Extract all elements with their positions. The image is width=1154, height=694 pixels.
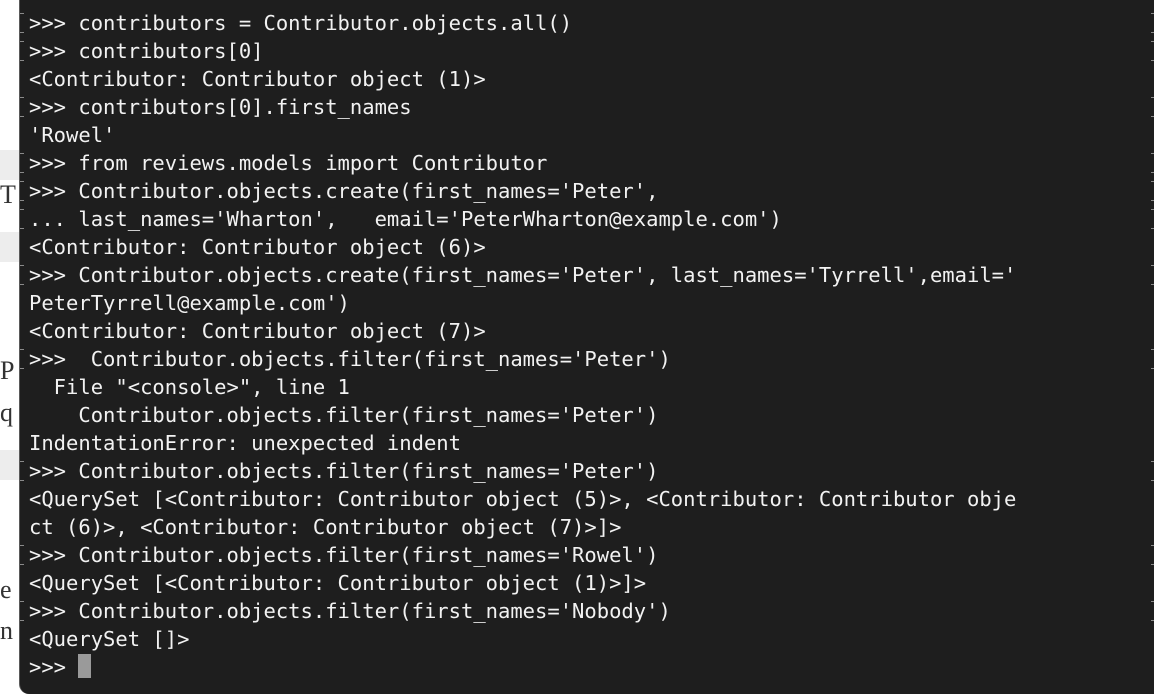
line-mark-left bbox=[20, 41, 24, 61]
line-mark-left bbox=[20, 209, 24, 229]
terminal-command-line: >>> Contributor.objects.filter(first_nam… bbox=[20, 597, 1154, 625]
terminal-command-line: >>> Contributor.objects.filter(first_nam… bbox=[20, 345, 1154, 373]
background-letter: T bbox=[0, 180, 16, 209]
terminal-command-line: >>> Contributor.objects.create(first_nam… bbox=[20, 261, 1154, 289]
terminal-line-text: <Contributor: Contributor object (7)> bbox=[29, 319, 486, 343]
terminal-command-line: >>> from reviews.models import Contribut… bbox=[20, 149, 1154, 177]
background-letter: P bbox=[0, 356, 15, 385]
terminal-line-text: >>> from reviews.models import Contribut… bbox=[29, 151, 548, 175]
terminal-window[interactable]: >>> contributors = Contributor.objects.a… bbox=[19, 0, 1154, 694]
terminal-output-line: Contributor.objects.filter(first_names='… bbox=[29, 401, 1016, 429]
line-mark-left bbox=[20, 265, 24, 285]
line-mark-left bbox=[20, 601, 24, 621]
terminal-command-line: >>> contributors[0].first_names bbox=[20, 93, 1154, 121]
terminal-command-line: >>> contributors = Contributor.objects.a… bbox=[20, 9, 1154, 37]
terminal-line-text: 'Rowel' bbox=[29, 123, 116, 147]
terminal-line-text: >>> Contributor.objects.filter(first_nam… bbox=[29, 459, 659, 483]
terminal-line-text: <Contributor: Contributor object (6)> bbox=[29, 235, 486, 259]
terminal-line-text: >>> contributors[0] bbox=[29, 39, 264, 63]
line-mark-left bbox=[20, 153, 24, 173]
terminal-output-line: <QuerySet []> bbox=[29, 625, 1016, 653]
terminal-line-text: IndentationError: unexpected indent bbox=[29, 431, 461, 455]
terminal-line-text: >>> Contributor.objects.create(first_nam… bbox=[29, 179, 659, 203]
background-letter: e bbox=[0, 575, 12, 604]
terminal-output-line: <QuerySet [<Contributor: Contributor obj… bbox=[29, 485, 1016, 513]
terminal-output-line: File "<console>", line 1 bbox=[29, 373, 1016, 401]
terminal-line-text: <QuerySet [<Contributor: Contributor obj… bbox=[29, 571, 647, 595]
terminal-line-text: >>> Contributor.objects.filter(first_nam… bbox=[29, 599, 671, 623]
terminal-line-text: >>> Contributor.objects.filter(first_nam… bbox=[29, 543, 659, 567]
terminal-output-line: <Contributor: Contributor object (7)> bbox=[29, 317, 1016, 345]
line-mark-left bbox=[20, 97, 24, 117]
terminal-command-line: ... last_names='Wharton', email='PeterWh… bbox=[20, 205, 1154, 233]
terminal-command-line: >>> Contributor.objects.filter(first_nam… bbox=[20, 541, 1154, 569]
terminal-line-text: PeterTyrrell@example.com') bbox=[29, 291, 350, 315]
background-letter: q bbox=[0, 398, 13, 427]
terminal-line-text: File "<console>", line 1 bbox=[29, 375, 350, 399]
terminal-line-text: >>> contributors = Contributor.objects.a… bbox=[29, 11, 573, 35]
terminal-line-text: >>> Contributor.objects.filter(first_nam… bbox=[29, 347, 671, 371]
terminal-line-text: <QuerySet [<Contributor: Contributor obj… bbox=[29, 487, 1017, 511]
terminal-command-line: >>> Contributor.objects.create(first_nam… bbox=[20, 177, 1154, 205]
terminal-output-line: ct (6)>, <Contributor: Contributor objec… bbox=[29, 513, 1016, 541]
terminal-line-text: ct (6)>, <Contributor: Contributor objec… bbox=[29, 515, 622, 539]
terminal-line-text: ... last_names='Wharton', email='PeterWh… bbox=[29, 207, 782, 231]
terminal-line-text: >>> Contributor.objects.create(first_nam… bbox=[29, 263, 1017, 287]
terminal-line-text: <QuerySet []> bbox=[29, 627, 190, 651]
line-mark-left bbox=[20, 181, 24, 201]
text-cursor bbox=[78, 654, 92, 678]
terminal-output-line: PeterTyrrell@example.com') bbox=[29, 289, 1016, 317]
line-mark-left bbox=[20, 461, 24, 481]
terminal-output-line: <Contributor: Contributor object (1)> bbox=[29, 65, 1016, 93]
terminal-command-line: >>> Contributor.objects.filter(first_nam… bbox=[20, 457, 1154, 485]
terminal-output-line: 'Rowel' bbox=[29, 121, 1016, 149]
line-mark-left bbox=[20, 545, 24, 565]
terminal-line-text: >>> contributors[0].first_names bbox=[29, 95, 412, 119]
terminal-output-line: <QuerySet [<Contributor: Contributor obj… bbox=[29, 569, 1016, 597]
line-mark-left bbox=[20, 349, 24, 369]
terminal-line-text: Contributor.objects.filter(first_names='… bbox=[29, 403, 659, 427]
terminal-prompt: >>> bbox=[29, 655, 67, 679]
terminal-output-line: IndentationError: unexpected indent bbox=[29, 429, 1016, 457]
line-mark-left bbox=[20, 13, 24, 33]
terminal-output: >>> contributors = Contributor.objects.a… bbox=[20, 9, 1154, 681]
terminal-command-line: >>> contributors[0] bbox=[20, 37, 1154, 65]
terminal-prompt-line[interactable]: >>> bbox=[29, 653, 1016, 681]
terminal-line-text: <Contributor: Contributor object (1)> bbox=[29, 67, 486, 91]
terminal-output-line: <Contributor: Contributor object (6)> bbox=[29, 233, 1016, 261]
background-letter: n bbox=[0, 616, 13, 645]
